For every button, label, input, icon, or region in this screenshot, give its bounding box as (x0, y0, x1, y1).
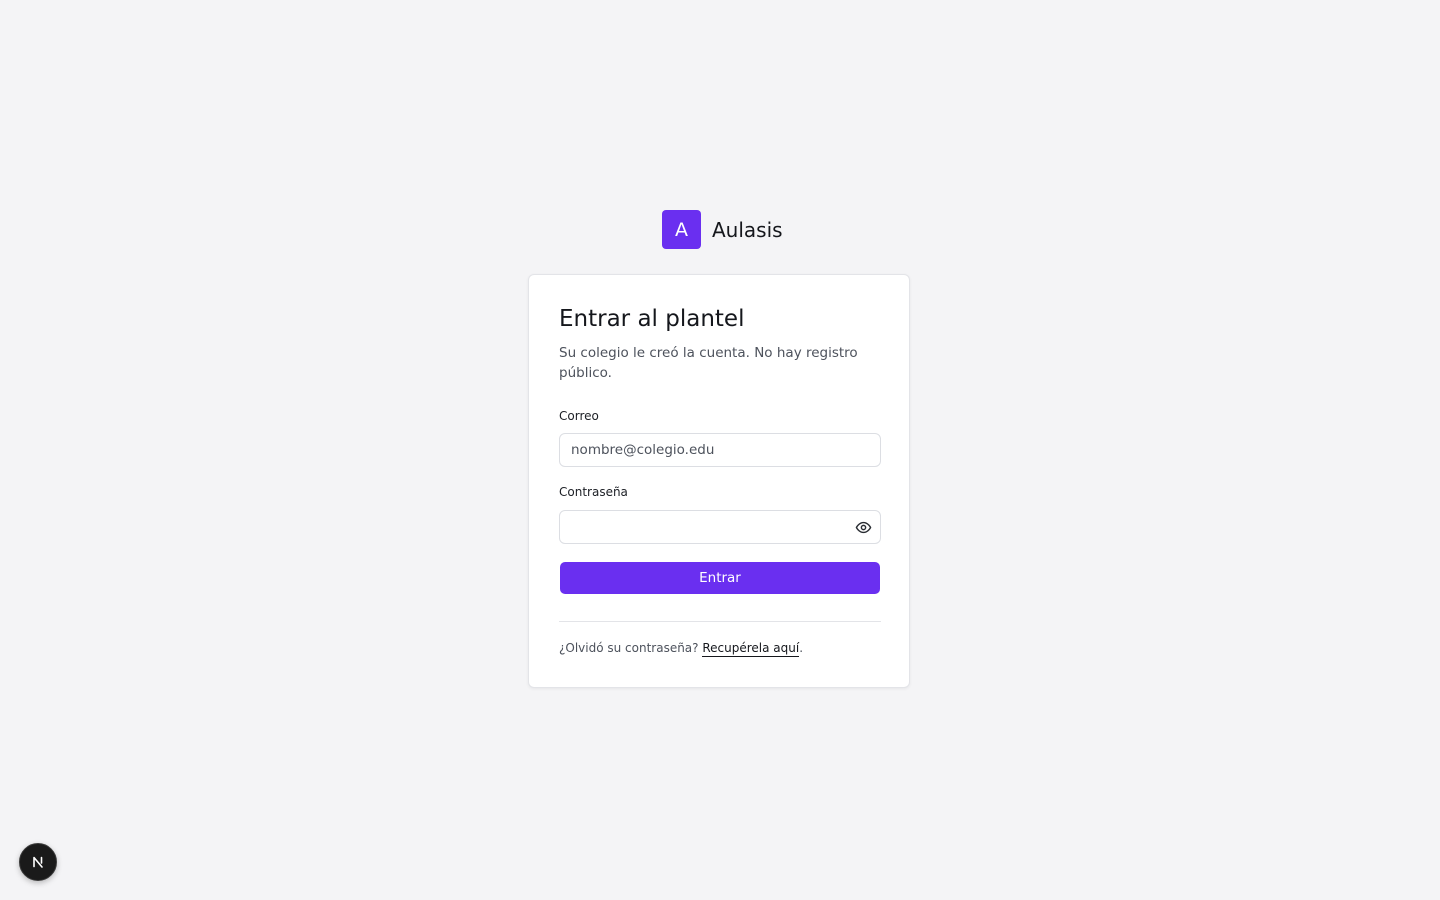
login-card: Entrar al plantel Su colegio le creó la … (528, 274, 910, 688)
next-logo-icon (33, 856, 43, 868)
password-field[interactable] (559, 510, 881, 544)
brand-header: A Aulasis (662, 210, 783, 249)
forgot-password-suffix: . (799, 641, 804, 655)
forgot-password-text: ¿Olvidó su contraseña? Recupérela aquí. (559, 641, 804, 657)
password-label: Contraseña (559, 485, 628, 499)
brand-logo-letter: A (675, 218, 688, 241)
recover-password-link[interactable]: Recupérela aquí (702, 641, 800, 657)
forgot-password-prefix: ¿Olvidó su contraseña? (559, 641, 703, 655)
email-label: Correo (559, 409, 599, 423)
page-title: Entrar al plantel (559, 306, 745, 332)
brand-name: Aulasis (712, 217, 783, 242)
login-form: Entrar al plantel Su colegio le creó la … (559, 275, 881, 687)
page-subtitle: Su colegio le creó la cuenta. No hay reg… (559, 345, 858, 381)
next-dev-indicator-button[interactable] (19, 843, 57, 881)
password-field-wrapper (559, 510, 881, 544)
divider (559, 621, 881, 622)
submit-button[interactable]: Entrar (560, 562, 880, 594)
brand-logo: A (662, 210, 701, 249)
email-field[interactable] (559, 433, 881, 467)
eye-icon[interactable] (853, 517, 873, 537)
